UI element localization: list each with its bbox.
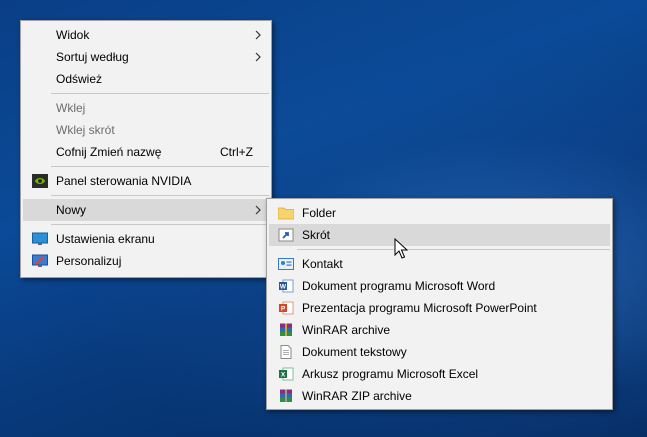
submenu-item-shortcut[interactable]: Skrót bbox=[269, 224, 610, 246]
submenu-item-contact[interactable]: Kontakt bbox=[269, 253, 610, 275]
menu-item-label: Widok bbox=[56, 28, 90, 42]
submenu-item-winrar-archive[interactable]: WinRAR archive bbox=[269, 319, 610, 341]
submenu-item-label: Dokument programu Microsoft Word bbox=[302, 279, 496, 293]
personalize-icon bbox=[32, 254, 48, 267]
chevron-right-icon bbox=[255, 205, 261, 215]
menu-separator bbox=[51, 195, 269, 196]
chevron-right-icon bbox=[255, 30, 261, 40]
menu-item-new[interactable]: Nowy bbox=[23, 199, 269, 221]
menu-item-nvidia-control-panel[interactable]: Panel sterowania NVIDIA bbox=[23, 170, 269, 192]
menu-item-label: Odśwież bbox=[56, 72, 103, 86]
new-submenu: Folder Skrót Kontakt W Dokument programu… bbox=[266, 198, 613, 410]
menu-item-label: Wklej skrót bbox=[56, 123, 115, 137]
menu-item-label: Cofnij Zmień nazwę bbox=[56, 145, 162, 159]
display-settings-icon bbox=[32, 232, 48, 245]
submenu-item-label: Dokument tekstowy bbox=[302, 345, 407, 359]
svg-text:X: X bbox=[281, 372, 286, 379]
powerpoint-icon: P bbox=[279, 301, 294, 315]
svg-text:W: W bbox=[280, 284, 287, 291]
submenu-separator bbox=[297, 249, 610, 250]
menu-item-paste[interactable]: Wklej bbox=[23, 97, 269, 119]
submenu-item-label: WinRAR ZIP archive bbox=[302, 389, 412, 403]
shortcut-icon bbox=[278, 228, 294, 242]
submenu-item-text-document[interactable]: Dokument tekstowy bbox=[269, 341, 610, 363]
submenu-item-winrar-zip-archive[interactable]: WinRAR ZIP archive bbox=[269, 385, 610, 407]
winrar-zip-icon bbox=[280, 389, 292, 402]
submenu-item-label: WinRAR archive bbox=[302, 323, 391, 337]
submenu-item-powerpoint[interactable]: P Prezentacja programu Microsoft PowerPo… bbox=[269, 297, 610, 319]
winrar-icon bbox=[280, 323, 292, 336]
menu-item-label: Personalizuj bbox=[56, 254, 122, 268]
nvidia-icon bbox=[32, 174, 48, 188]
submenu-item-label: Kontakt bbox=[302, 257, 343, 271]
menu-item-undo-rename[interactable]: Cofnij Zmień nazwę Ctrl+Z bbox=[23, 141, 269, 163]
menu-item-refresh[interactable]: Odśwież bbox=[23, 68, 269, 90]
submenu-item-label: Arkusz programu Microsoft Excel bbox=[302, 367, 479, 381]
menu-separator bbox=[51, 93, 269, 94]
menu-separator bbox=[51, 166, 269, 167]
mouse-cursor-icon bbox=[394, 238, 408, 259]
menu-item-label: Wklej bbox=[56, 101, 86, 115]
menu-separator bbox=[51, 224, 269, 225]
text-document-icon bbox=[280, 345, 292, 359]
chevron-right-icon bbox=[255, 52, 261, 62]
menu-item-paste-shortcut[interactable]: Wklej skrót bbox=[23, 119, 269, 141]
submenu-item-label: Prezentacja programu Microsoft PowerPoin… bbox=[302, 301, 537, 315]
submenu-item-label: Skrót bbox=[302, 228, 331, 242]
svg-text:P: P bbox=[281, 306, 286, 313]
menu-item-display-settings[interactable]: Ustawienia ekranu bbox=[23, 228, 269, 250]
excel-icon: X bbox=[279, 367, 294, 381]
submenu-item-label: Folder bbox=[302, 206, 337, 220]
menu-item-shortcut: Ctrl+Z bbox=[220, 145, 253, 159]
desktop-context-menu: Widok Sortuj według Odśwież Wklej Wklej … bbox=[20, 20, 272, 278]
submenu-item-word-document[interactable]: W Dokument programu Microsoft Word bbox=[269, 275, 610, 297]
folder-icon bbox=[278, 207, 294, 220]
menu-item-label: Panel sterowania NVIDIA bbox=[56, 174, 192, 188]
submenu-item-excel[interactable]: X Arkusz programu Microsoft Excel bbox=[269, 363, 610, 385]
menu-item-sort-by[interactable]: Sortuj według bbox=[23, 46, 269, 68]
contact-card-icon bbox=[278, 258, 294, 270]
menu-item-personalize[interactable]: Personalizuj bbox=[23, 250, 269, 272]
menu-item-label: Sortuj według bbox=[56, 50, 129, 64]
submenu-item-folder[interactable]: Folder bbox=[269, 202, 610, 224]
menu-item-label: Nowy bbox=[56, 203, 87, 217]
menu-item-label: Ustawienia ekranu bbox=[56, 232, 155, 246]
menu-item-view[interactable]: Widok bbox=[23, 24, 269, 46]
word-document-icon: W bbox=[279, 279, 294, 293]
